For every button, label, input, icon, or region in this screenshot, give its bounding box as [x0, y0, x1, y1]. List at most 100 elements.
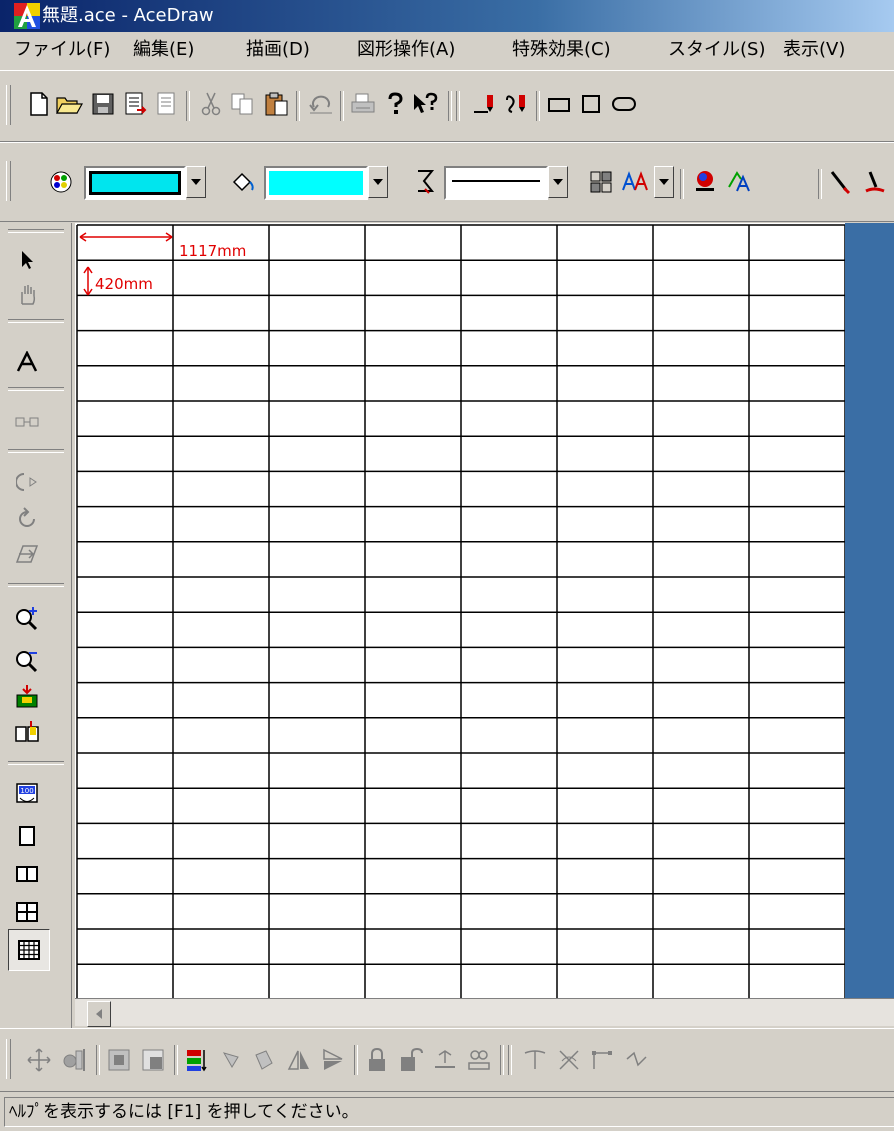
toolbar-grip[interactable] [6, 85, 11, 125]
font-style-icon[interactable] [620, 167, 650, 197]
undo-icon[interactable] [306, 89, 336, 119]
separator [96, 1045, 100, 1075]
menu-edit[interactable]: 編集(E) [133, 37, 194, 63]
node-corner-icon[interactable] [588, 1045, 618, 1075]
line-style-dropdown-arrow[interactable] [548, 166, 568, 198]
fix-position-icon[interactable] [430, 1045, 460, 1075]
text-tool-icon[interactable] [12, 347, 42, 377]
rotate-right-icon[interactable] [250, 1045, 280, 1075]
separator [354, 1045, 358, 1075]
window-title: 無題.ace - AceDraw [42, 5, 214, 26]
separator [174, 1045, 178, 1075]
menu-shape-ops[interactable]: 図形操作(A) [357, 37, 455, 63]
menu-style[interactable]: スタイル(S) [668, 37, 765, 63]
rotate-icon[interactable] [12, 503, 42, 533]
toolbar-grip[interactable] [6, 1039, 11, 1079]
svg-text:100: 100 [20, 787, 33, 795]
width-arrow-icon [79, 232, 173, 242]
pattern-icon[interactable] [586, 167, 616, 197]
menu-view[interactable]: 表示(V) [783, 37, 845, 63]
separator [8, 761, 64, 765]
unlock-icon[interactable] [396, 1045, 426, 1075]
select-arrow-icon[interactable] [12, 245, 42, 275]
height-arrow-icon [83, 266, 93, 296]
line-tool-icon[interactable] [470, 89, 500, 119]
page-sheet[interactable]: 1117mm 420mm [75, 223, 845, 998]
export-icon[interactable] [152, 89, 182, 119]
zoom-100-icon[interactable]: 100 [12, 779, 42, 809]
skew-icon[interactable] [12, 539, 42, 569]
save-icon[interactable] [88, 89, 118, 119]
fill-color-swatch [269, 171, 363, 195]
flip-horizontal-icon[interactable] [284, 1045, 314, 1075]
line-style-dropdown[interactable] [444, 166, 548, 200]
fit-width-icon[interactable] [12, 717, 42, 747]
node-edit-icon[interactable] [520, 1045, 550, 1075]
tool-palette: 100 [0, 223, 72, 1028]
fill-color-icon[interactable] [228, 167, 258, 197]
hand-pan-icon[interactable] [12, 279, 42, 309]
flip-vertical-icon[interactable] [318, 1045, 348, 1075]
drawing-canvas[interactable]: 1117mm 420mm [75, 223, 894, 998]
font-style-dropdown-arrow[interactable] [654, 166, 674, 198]
line-color-dropdown-arrow[interactable] [186, 166, 206, 198]
node-delete-icon[interactable] [554, 1045, 584, 1075]
copy-icon[interactable] [228, 89, 258, 119]
curve-tool-icon[interactable] [502, 89, 532, 119]
save-as-icon[interactable] [120, 89, 150, 119]
rotate-left-icon[interactable] [216, 1045, 246, 1075]
rotate-free-icon[interactable] [12, 467, 42, 497]
fit-page-icon[interactable] [12, 681, 42, 711]
pen-icon[interactable] [826, 167, 856, 197]
send-back-icon[interactable] [138, 1045, 168, 1075]
text-effect-icon[interactable] [726, 167, 756, 197]
separator [536, 91, 540, 121]
line-color-dropdown[interactable] [84, 166, 186, 200]
cut-icon[interactable] [196, 89, 226, 119]
pen-red-icon[interactable] [860, 167, 890, 197]
connector-icon[interactable] [12, 407, 42, 437]
new-file-icon[interactable] [24, 89, 54, 119]
context-help-icon[interactable] [410, 89, 440, 119]
line-color-swatch [89, 171, 181, 195]
bring-front-icon[interactable] [104, 1045, 134, 1075]
horizontal-scrollbar[interactable] [75, 998, 894, 1027]
four-page-icon[interactable] [12, 897, 42, 927]
zoom-out-icon[interactable] [12, 645, 42, 675]
separator [8, 229, 64, 233]
align-icon[interactable] [60, 1045, 90, 1075]
release-position-icon[interactable] [464, 1045, 494, 1075]
title-bar[interactable]: 無題.ace - AceDraw [0, 0, 894, 32]
separator [508, 1045, 512, 1075]
help-icon[interactable] [380, 89, 410, 119]
separator [456, 91, 460, 121]
square-tool-icon[interactable] [576, 89, 606, 119]
lock-icon[interactable] [362, 1045, 392, 1075]
toolbar-grip[interactable] [6, 161, 11, 201]
separator [448, 91, 452, 121]
zoom-in-icon[interactable] [12, 603, 42, 633]
fill-color-dropdown-arrow[interactable] [368, 166, 388, 198]
rounded-rect-tool-icon[interactable] [608, 89, 638, 119]
menu-draw[interactable]: 描画(D) [246, 37, 310, 63]
open-folder-icon[interactable] [54, 89, 84, 119]
line-style-icon[interactable] [410, 167, 440, 197]
group-icon[interactable] [182, 1045, 212, 1075]
two-page-icon[interactable] [12, 859, 42, 889]
single-page-icon[interactable] [12, 821, 42, 851]
grid-page-icon[interactable] [8, 929, 50, 971]
menu-file[interactable]: ファイル(F) [14, 37, 110, 63]
separator [500, 1045, 504, 1075]
menu-effects[interactable]: 特殊効果(C) [512, 37, 611, 63]
print-icon[interactable] [348, 89, 378, 119]
move-icon[interactable] [24, 1045, 54, 1075]
rectangle-tool-icon[interactable] [544, 89, 574, 119]
shadow-icon[interactable] [690, 167, 720, 197]
scroll-left-button[interactable] [87, 1001, 111, 1027]
fill-color-dropdown[interactable] [264, 166, 368, 200]
node-smooth-icon[interactable] [622, 1045, 652, 1075]
paste-icon[interactable] [262, 89, 292, 119]
line-color-icon[interactable] [46, 167, 76, 197]
standard-toolbar [0, 70, 894, 142]
status-bar: ﾍﾙﾌﾟを表示するには [F1] を押してください。 [0, 1093, 894, 1131]
